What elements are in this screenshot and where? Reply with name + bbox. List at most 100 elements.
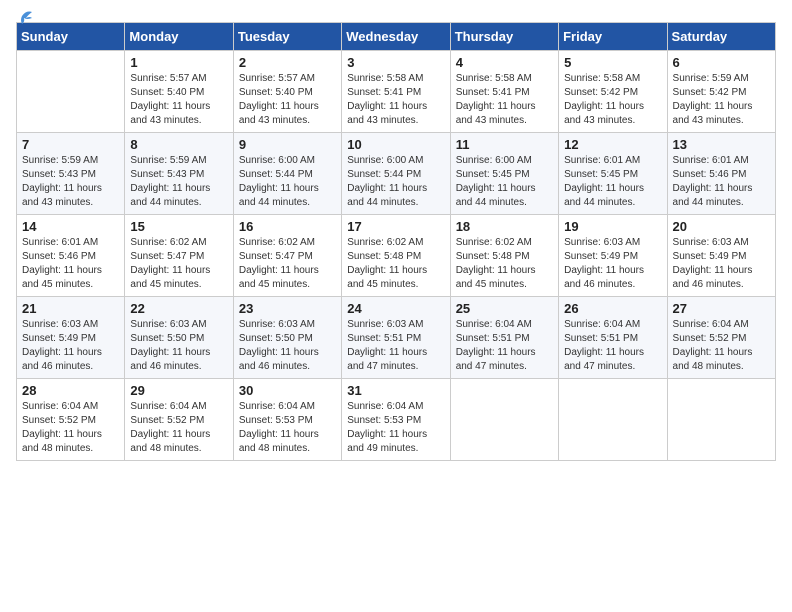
weekday-header-friday: Friday [559,23,667,51]
day-number: 11 [456,137,553,152]
day-number: 10 [347,137,444,152]
day-info: Sunrise: 6:03 AM Sunset: 5:51 PM Dayligh… [347,318,444,374]
week-row-5: 28 Sunrise: 6:04 AM Sunset: 5:52 PM Dayli… [17,379,776,461]
day-number: 16 [239,219,336,234]
calendar-cell: 29 Sunrise: 6:04 AM Sunset: 5:52 PM Dayli… [125,379,233,461]
weekday-header-wednesday: Wednesday [342,23,450,51]
day-info: Sunrise: 6:02 AM Sunset: 5:47 PM Dayligh… [130,236,227,292]
day-info: Sunrise: 6:04 AM Sunset: 5:53 PM Dayligh… [239,400,336,456]
day-number: 17 [347,219,444,234]
day-info: Sunrise: 5:59 AM Sunset: 5:43 PM Dayligh… [22,154,119,210]
calendar-cell: 14 Sunrise: 6:01 AM Sunset: 5:46 PM Dayli… [17,215,125,297]
day-info: Sunrise: 6:03 AM Sunset: 5:50 PM Dayligh… [130,318,227,374]
day-info: Sunrise: 6:04 AM Sunset: 5:52 PM Dayligh… [673,318,770,374]
day-info: Sunrise: 6:01 AM Sunset: 5:46 PM Dayligh… [673,154,770,210]
week-row-4: 21 Sunrise: 6:03 AM Sunset: 5:49 PM Dayli… [17,297,776,379]
day-info: Sunrise: 6:01 AM Sunset: 5:46 PM Dayligh… [22,236,119,292]
day-number: 3 [347,55,444,70]
calendar-cell: 26 Sunrise: 6:04 AM Sunset: 5:51 PM Dayli… [559,297,667,379]
day-info: Sunrise: 6:02 AM Sunset: 5:47 PM Dayligh… [239,236,336,292]
day-number: 4 [456,55,553,70]
calendar-cell [667,379,775,461]
calendar-cell: 10 Sunrise: 6:00 AM Sunset: 5:44 PM Dayli… [342,133,450,215]
weekday-header-saturday: Saturday [667,23,775,51]
day-number: 29 [130,383,227,398]
weekday-header-monday: Monday [125,23,233,51]
day-info: Sunrise: 5:58 AM Sunset: 5:41 PM Dayligh… [456,72,553,128]
weekday-header-thursday: Thursday [450,23,558,51]
day-number: 19 [564,219,661,234]
day-number: 21 [22,301,119,316]
day-info: Sunrise: 6:04 AM Sunset: 5:52 PM Dayligh… [22,400,119,456]
calendar-cell: 25Sunrise: 6:04 AM Sunset: 5:51 PM Dayli… [450,297,558,379]
calendar-cell: 9Sunrise: 6:00 AM Sunset: 5:44 PM Daylig… [233,133,341,215]
calendar-cell: 15Sunrise: 6:02 AM Sunset: 5:47 PM Dayli… [125,215,233,297]
calendar-cell: 16 Sunrise: 6:02 AM Sunset: 5:47 PM Dayli… [233,215,341,297]
day-info: Sunrise: 5:57 AM Sunset: 5:40 PM Dayligh… [130,72,227,128]
day-info: Sunrise: 5:58 AM Sunset: 5:42 PM Dayligh… [564,72,661,128]
calendar-cell: 4 Sunrise: 5:58 AM Sunset: 5:41 PM Daylig… [450,51,558,133]
day-number: 28 [22,383,119,398]
day-info: Sunrise: 6:03 AM Sunset: 5:49 PM Dayligh… [564,236,661,292]
calendar-cell: 21 Sunrise: 6:03 AM Sunset: 5:49 PM Dayli… [17,297,125,379]
day-number: 20 [673,219,770,234]
calendar-cell: 20 Sunrise: 6:03 AM Sunset: 5:49 PM Dayli… [667,215,775,297]
calendar-cell: 31 Sunrise: 6:04 AM Sunset: 5:53 PM Dayli… [342,379,450,461]
week-row-1: 1 Sunrise: 5:57 AM Sunset: 5:40 PM Daylig… [17,51,776,133]
day-number: 31 [347,383,444,398]
calendar-cell: 2 Sunrise: 5:57 AM Sunset: 5:40 PM Daylig… [233,51,341,133]
calendar-cell: 23Sunrise: 6:03 AM Sunset: 5:50 PM Dayli… [233,297,341,379]
day-info: Sunrise: 5:58 AM Sunset: 5:41 PM Dayligh… [347,72,444,128]
logo-bird-icon [12,8,34,30]
day-number: 2 [239,55,336,70]
day-number: 26 [564,301,661,316]
calendar-cell: 5 Sunrise: 5:58 AM Sunset: 5:42 PM Daylig… [559,51,667,133]
day-number: 8 [130,137,227,152]
calendar-cell: 30 Sunrise: 6:04 AM Sunset: 5:53 PM Dayli… [233,379,341,461]
calendar-cell: 6 Sunrise: 5:59 AM Sunset: 5:42 PM Daylig… [667,51,775,133]
day-info: Sunrise: 6:01 AM Sunset: 5:45 PM Dayligh… [564,154,661,210]
day-number: 13 [673,137,770,152]
day-info: Sunrise: 6:04 AM Sunset: 5:52 PM Dayligh… [130,400,227,456]
day-info: Sunrise: 5:59 AM Sunset: 5:42 PM Dayligh… [673,72,770,128]
calendar-cell: 28 Sunrise: 6:04 AM Sunset: 5:52 PM Dayli… [17,379,125,461]
calendar-cell: 18 Sunrise: 6:02 AM Sunset: 5:48 PM Dayli… [450,215,558,297]
calendar-cell [17,51,125,133]
day-info: Sunrise: 6:02 AM Sunset: 5:48 PM Dayligh… [347,236,444,292]
day-number: 1 [130,55,227,70]
calendar-cell: 17 Sunrise: 6:02 AM Sunset: 5:48 PM Dayli… [342,215,450,297]
day-number: 6 [673,55,770,70]
day-info: Sunrise: 6:04 AM Sunset: 5:53 PM Dayligh… [347,400,444,456]
day-number: 12 [564,137,661,152]
weekday-header-row: SundayMondayTuesdayWednesdayThursdayFrid… [17,23,776,51]
day-number: 25 [456,301,553,316]
day-number: 14 [22,219,119,234]
calendar-cell: 7 Sunrise: 5:59 AM Sunset: 5:43 PM Daylig… [17,133,125,215]
day-number: 18 [456,219,553,234]
day-info: Sunrise: 6:02 AM Sunset: 5:48 PM Dayligh… [456,236,553,292]
day-info: Sunrise: 6:00 AM Sunset: 5:44 PM Dayligh… [347,154,444,210]
day-info: Sunrise: 6:00 AM Sunset: 5:44 PM Dayligh… [239,154,336,210]
day-number: 30 [239,383,336,398]
day-number: 27 [673,301,770,316]
day-info: Sunrise: 5:59 AM Sunset: 5:43 PM Dayligh… [130,154,227,210]
day-number: 7 [22,137,119,152]
calendar-cell: 24 Sunrise: 6:03 AM Sunset: 5:51 PM Dayli… [342,297,450,379]
day-info: Sunrise: 6:03 AM Sunset: 5:49 PM Dayligh… [22,318,119,374]
day-info: Sunrise: 6:04 AM Sunset: 5:51 PM Dayligh… [564,318,661,374]
calendar-cell: 19 Sunrise: 6:03 AM Sunset: 5:49 PM Dayli… [559,215,667,297]
day-info: Sunrise: 6:03 AM Sunset: 5:49 PM Dayligh… [673,236,770,292]
week-row-3: 14 Sunrise: 6:01 AM Sunset: 5:46 PM Dayli… [17,215,776,297]
day-info: Sunrise: 5:57 AM Sunset: 5:40 PM Dayligh… [239,72,336,128]
calendar-cell: 22Sunrise: 6:03 AM Sunset: 5:50 PM Dayli… [125,297,233,379]
calendar-cell [559,379,667,461]
calendar-cell: 11Sunrise: 6:00 AM Sunset: 5:45 PM Dayli… [450,133,558,215]
day-number: 24 [347,301,444,316]
day-number: 5 [564,55,661,70]
weekday-header-tuesday: Tuesday [233,23,341,51]
calendar-cell: 1 Sunrise: 5:57 AM Sunset: 5:40 PM Daylig… [125,51,233,133]
week-row-2: 7 Sunrise: 5:59 AM Sunset: 5:43 PM Daylig… [17,133,776,215]
day-number: 23 [239,301,336,316]
calendar-cell: 3 Sunrise: 5:58 AM Sunset: 5:41 PM Daylig… [342,51,450,133]
calendar-cell: 27 Sunrise: 6:04 AM Sunset: 5:52 PM Dayli… [667,297,775,379]
